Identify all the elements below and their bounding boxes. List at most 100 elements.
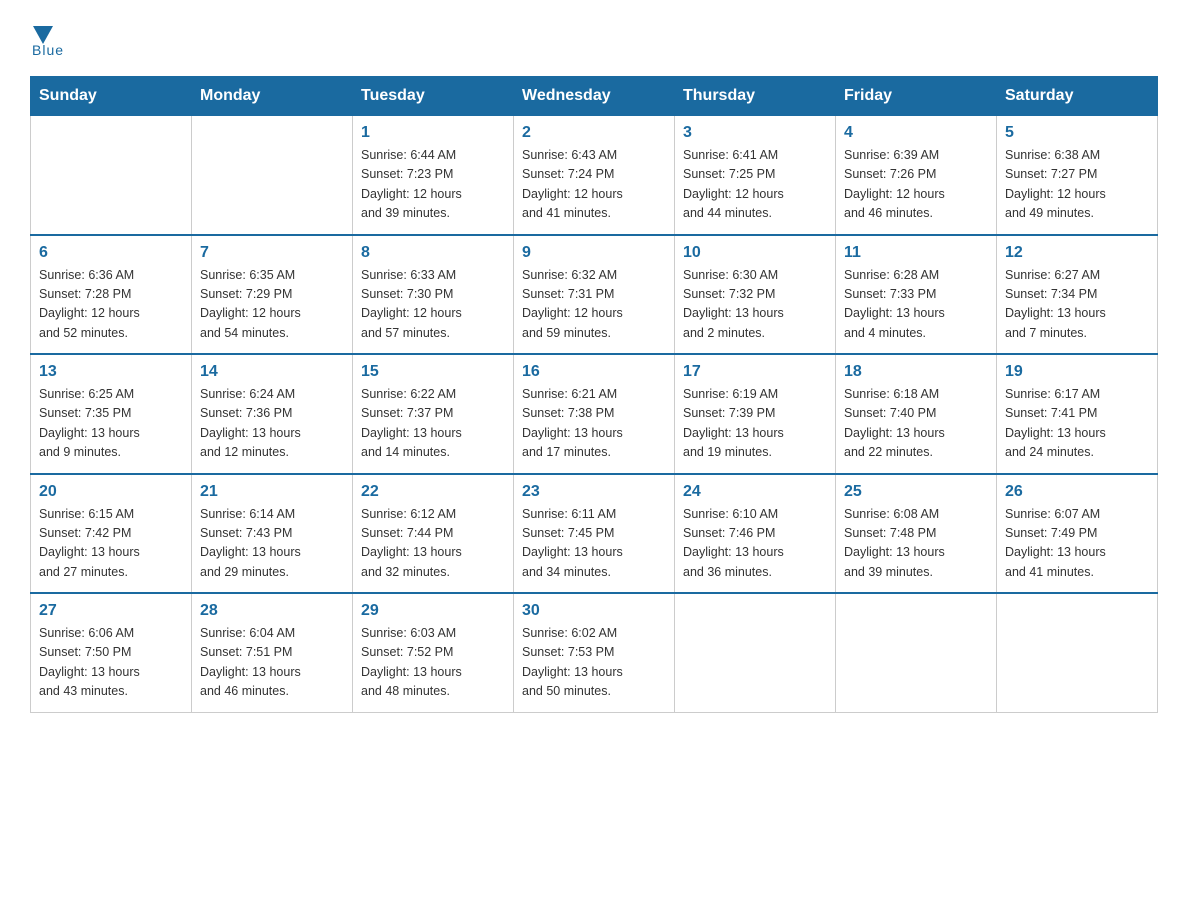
week-row-1: 1 Sunrise: 6:44 AM Sunset: 7:23 PM Daylig… xyxy=(31,116,1158,235)
weekday-header-row: SundayMondayTuesdayWednesdayThursdayFrid… xyxy=(31,77,1158,116)
calendar-cell: 19 Sunrise: 6:17 AM Sunset: 7:41 PM Dayli… xyxy=(997,354,1158,474)
weekday-header-saturday: Saturday xyxy=(997,77,1158,116)
day-info: Sunrise: 6:43 AM Sunset: 7:24 PM Dayligh… xyxy=(522,146,666,224)
calendar-cell: 11 Sunrise: 6:28 AM Sunset: 7:33 PM Dayli… xyxy=(836,235,997,355)
week-row-2: 6Sunrise: 6:36 AM Sunset: 7:28 PM Daylig… xyxy=(31,235,1158,355)
day-number: 24 xyxy=(683,483,827,501)
day-info: Sunrise: 6:17 AM Sunset: 7:41 PM Dayligh… xyxy=(1005,385,1149,463)
calendar-cell: 25 Sunrise: 6:08 AM Sunset: 7:48 PM Dayli… xyxy=(836,474,997,594)
day-number: 10 xyxy=(683,244,827,262)
day-number: 18 xyxy=(844,363,988,381)
day-info: Sunrise: 6:06 AM Sunset: 7:50 PM Dayligh… xyxy=(39,624,183,702)
calendar-cell: 29 Sunrise: 6:03 AM Sunset: 7:52 PM Dayli… xyxy=(353,593,514,712)
day-info: Sunrise: 6:30 AM Sunset: 7:32 PM Dayligh… xyxy=(683,266,827,344)
day-info: Sunrise: 6:28 AM Sunset: 7:33 PM Dayligh… xyxy=(844,266,988,344)
day-info: Sunrise: 6:15 AM Sunset: 7:42 PM Dayligh… xyxy=(39,505,183,583)
calendar-cell: 21 Sunrise: 6:14 AM Sunset: 7:43 PM Dayli… xyxy=(192,474,353,594)
day-info: Sunrise: 6:35 AM Sunset: 7:29 PM Dayligh… xyxy=(200,266,344,344)
calendar-cell: 22 Sunrise: 6:12 AM Sunset: 7:44 PM Dayli… xyxy=(353,474,514,594)
calendar-cell: 12 Sunrise: 6:27 AM Sunset: 7:34 PM Dayli… xyxy=(997,235,1158,355)
calendar-cell: 9 Sunrise: 6:32 AM Sunset: 7:31 PM Daylig… xyxy=(514,235,675,355)
calendar-cell: 24 Sunrise: 6:10 AM Sunset: 7:46 PM Dayli… xyxy=(675,474,836,594)
day-number: 12 xyxy=(1005,244,1149,262)
day-number: 23 xyxy=(522,483,666,501)
day-number: 17 xyxy=(683,363,827,381)
calendar-cell: 17 Sunrise: 6:19 AM Sunset: 7:39 PM Dayli… xyxy=(675,354,836,474)
day-info: Sunrise: 6:24 AM Sunset: 7:36 PM Dayligh… xyxy=(200,385,344,463)
day-number: 9 xyxy=(522,244,666,262)
day-info: Sunrise: 6:12 AM Sunset: 7:44 PM Dayligh… xyxy=(361,505,505,583)
weekday-header-sunday: Sunday xyxy=(31,77,192,116)
day-number: 14 xyxy=(200,363,344,381)
weekday-header-friday: Friday xyxy=(836,77,997,116)
calendar-cell xyxy=(836,593,997,712)
day-info: Sunrise: 6:04 AM Sunset: 7:51 PM Dayligh… xyxy=(200,624,344,702)
day-info: Sunrise: 6:36 AM Sunset: 7:28 PM Dayligh… xyxy=(39,266,183,344)
day-number: 13 xyxy=(39,363,183,381)
day-info: Sunrise: 6:18 AM Sunset: 7:40 PM Dayligh… xyxy=(844,385,988,463)
day-number: 25 xyxy=(844,483,988,501)
day-number: 4 xyxy=(844,124,988,142)
day-number: 11 xyxy=(844,244,988,262)
day-info: Sunrise: 6:14 AM Sunset: 7:43 PM Dayligh… xyxy=(200,505,344,583)
calendar-cell: 8Sunrise: 6:33 AM Sunset: 7:30 PM Daylig… xyxy=(353,235,514,355)
calendar-cell xyxy=(31,116,192,235)
day-info: Sunrise: 6:38 AM Sunset: 7:27 PM Dayligh… xyxy=(1005,146,1149,224)
day-info: Sunrise: 6:41 AM Sunset: 7:25 PM Dayligh… xyxy=(683,146,827,224)
calendar-cell xyxy=(675,593,836,712)
day-number: 19 xyxy=(1005,363,1149,381)
day-number: 28 xyxy=(200,602,344,620)
day-number: 3 xyxy=(683,124,827,142)
week-row-4: 20 Sunrise: 6:15 AM Sunset: 7:42 PM Dayli… xyxy=(31,474,1158,594)
calendar-cell: 26 Sunrise: 6:07 AM Sunset: 7:49 PM Dayli… xyxy=(997,474,1158,594)
day-info: Sunrise: 6:39 AM Sunset: 7:26 PM Dayligh… xyxy=(844,146,988,224)
day-number: 26 xyxy=(1005,483,1149,501)
calendar-cell: 6Sunrise: 6:36 AM Sunset: 7:28 PM Daylig… xyxy=(31,235,192,355)
weekday-header-wednesday: Wednesday xyxy=(514,77,675,116)
calendar-table: SundayMondayTuesdayWednesdayThursdayFrid… xyxy=(30,76,1158,713)
day-number: 21 xyxy=(200,483,344,501)
calendar-cell: 18 Sunrise: 6:18 AM Sunset: 7:40 PM Dayli… xyxy=(836,354,997,474)
calendar-cell: 5 Sunrise: 6:38 AM Sunset: 7:27 PM Daylig… xyxy=(997,116,1158,235)
day-number: 1 xyxy=(361,124,505,142)
calendar-cell: 30 Sunrise: 6:02 AM Sunset: 7:53 PM Dayli… xyxy=(514,593,675,712)
day-info: Sunrise: 6:32 AM Sunset: 7:31 PM Dayligh… xyxy=(522,266,666,344)
day-info: Sunrise: 6:02 AM Sunset: 7:53 PM Dayligh… xyxy=(522,624,666,702)
day-number: 7 xyxy=(200,244,344,262)
day-info: Sunrise: 6:10 AM Sunset: 7:46 PM Dayligh… xyxy=(683,505,827,583)
day-info: Sunrise: 6:08 AM Sunset: 7:48 PM Dayligh… xyxy=(844,505,988,583)
day-info: Sunrise: 6:27 AM Sunset: 7:34 PM Dayligh… xyxy=(1005,266,1149,344)
calendar-cell: 27 Sunrise: 6:06 AM Sunset: 7:50 PM Dayli… xyxy=(31,593,192,712)
day-number: 29 xyxy=(361,602,505,620)
day-number: 30 xyxy=(522,602,666,620)
weekday-header-tuesday: Tuesday xyxy=(353,77,514,116)
calendar-cell: 4 Sunrise: 6:39 AM Sunset: 7:26 PM Daylig… xyxy=(836,116,997,235)
calendar-cell: 10 Sunrise: 6:30 AM Sunset: 7:32 PM Dayli… xyxy=(675,235,836,355)
day-number: 5 xyxy=(1005,124,1149,142)
logo: Blue xyxy=(30,20,64,58)
day-info: Sunrise: 6:19 AM Sunset: 7:39 PM Dayligh… xyxy=(683,385,827,463)
calendar-cell: 23 Sunrise: 6:11 AM Sunset: 7:45 PM Dayli… xyxy=(514,474,675,594)
weekday-header-thursday: Thursday xyxy=(675,77,836,116)
day-info: Sunrise: 6:25 AM Sunset: 7:35 PM Dayligh… xyxy=(39,385,183,463)
day-info: Sunrise: 6:03 AM Sunset: 7:52 PM Dayligh… xyxy=(361,624,505,702)
header: Blue xyxy=(30,20,1158,58)
day-info: Sunrise: 6:11 AM Sunset: 7:45 PM Dayligh… xyxy=(522,505,666,583)
calendar-cell: 1 Sunrise: 6:44 AM Sunset: 7:23 PM Daylig… xyxy=(353,116,514,235)
day-number: 2 xyxy=(522,124,666,142)
day-number: 8 xyxy=(361,244,505,262)
day-info: Sunrise: 6:21 AM Sunset: 7:38 PM Dayligh… xyxy=(522,385,666,463)
day-info: Sunrise: 6:44 AM Sunset: 7:23 PM Dayligh… xyxy=(361,146,505,224)
day-number: 16 xyxy=(522,363,666,381)
calendar-cell xyxy=(997,593,1158,712)
calendar-cell: 16 Sunrise: 6:21 AM Sunset: 7:38 PM Dayli… xyxy=(514,354,675,474)
day-number: 20 xyxy=(39,483,183,501)
day-number: 27 xyxy=(39,602,183,620)
weekday-header-monday: Monday xyxy=(192,77,353,116)
day-number: 15 xyxy=(361,363,505,381)
day-info: Sunrise: 6:07 AM Sunset: 7:49 PM Dayligh… xyxy=(1005,505,1149,583)
calendar-cell: 3 Sunrise: 6:41 AM Sunset: 7:25 PM Daylig… xyxy=(675,116,836,235)
calendar-cell xyxy=(192,116,353,235)
day-number: 22 xyxy=(361,483,505,501)
calendar-cell: 20 Sunrise: 6:15 AM Sunset: 7:42 PM Dayli… xyxy=(31,474,192,594)
